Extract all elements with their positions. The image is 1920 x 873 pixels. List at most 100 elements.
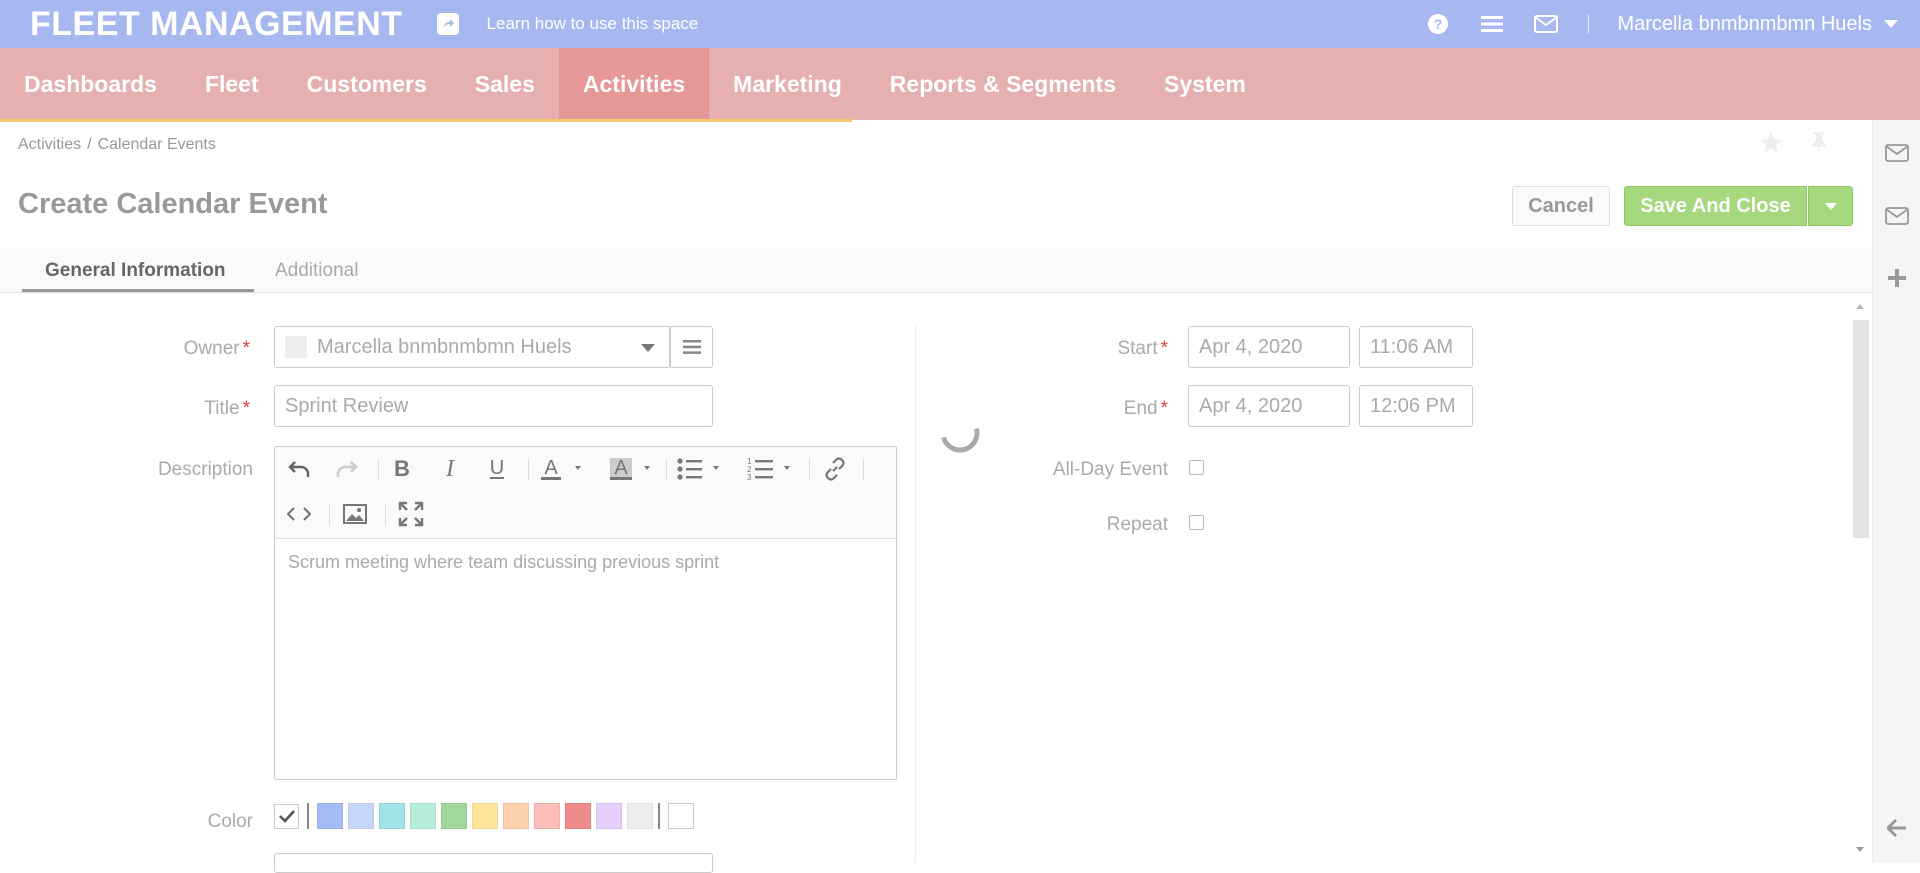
color-swatch[interactable] [348,803,374,829]
app-brand[interactable]: FLEET MANAGEMENT [30,5,403,44]
avatar [285,336,307,358]
redo-icon[interactable] [332,454,362,484]
required-mark: * [242,398,250,419]
all-day-checkbox[interactable] [1189,460,1204,475]
color-swatch[interactable] [472,803,498,829]
color-swatch[interactable] [379,803,405,829]
fullscreen-icon[interactable] [396,499,426,529]
svg-text:A: A [544,457,558,479]
custom-color-swatch[interactable] [668,803,694,829]
description-text[interactable]: Scrum meeting where team discussing prev… [275,539,896,586]
start-time-input[interactable]: 11:06 AM [1359,326,1473,368]
svg-text:B: B [394,459,410,479]
description-editor[interactable]: B I U A A 123 Scrum meeting where team d… [274,446,897,780]
active-tab-indicator [22,289,254,292]
toolbar-divider [809,459,810,481]
save-and-close-button[interactable]: Save And Close [1624,186,1807,226]
arrow-left-icon[interactable] [1885,816,1909,840]
color-swatch[interactable] [596,803,622,829]
title-input[interactable]: Sprint Review [274,385,713,427]
tab-general-information[interactable]: General Information [45,260,226,282]
scrollbar[interactable] [1850,296,1870,863]
end-time-input[interactable]: 12:06 PM [1359,385,1473,427]
top-bar: FLEET MANAGEMENT Learn how to use this s… [0,0,1920,48]
menu-icon[interactable] [1480,12,1504,36]
color-swatch[interactable] [317,803,343,829]
top-divider [1588,15,1590,33]
next-field[interactable] [274,853,713,873]
nav-dashboards[interactable]: Dashboards [0,48,181,120]
bullet-list-icon[interactable] [676,454,732,484]
color-swatch[interactable] [534,803,560,829]
scroll-thumb[interactable] [1853,320,1869,538]
chevron-down-icon [1824,202,1837,210]
color-swatch[interactable] [627,803,653,829]
background-color-icon[interactable]: A [608,454,660,484]
help-icon[interactable]: ? [1426,12,1450,36]
owner-select[interactable]: Marcella bnmbnmbmn Huels [274,326,670,368]
color-swatch[interactable] [410,803,436,829]
mail-icon[interactable] [1534,12,1559,36]
right-sidebar [1872,120,1920,863]
start-date-input[interactable]: Apr 4, 2020 [1188,326,1350,368]
share-icon[interactable] [436,13,459,35]
learn-link[interactable]: Learn how to use this space [487,14,699,34]
mail-icon[interactable] [1885,141,1909,165]
color-swatch[interactable] [441,803,467,829]
user-caret-icon[interactable] [1884,20,1898,28]
svg-text:A: A [614,457,628,479]
color-swatch[interactable] [565,803,591,829]
nav-fleet[interactable]: Fleet [181,48,283,120]
toolbar-divider [666,459,667,481]
owner-list-button[interactable] [670,326,713,368]
star-icon[interactable] [1758,130,1784,161]
owner-label: Owner * [183,338,250,359]
breadcrumb-separator: / [87,136,92,153]
underline-icon[interactable]: U [482,454,512,484]
mail-icon[interactable] [1885,204,1909,228]
color-picker [274,803,699,829]
nav-marketing[interactable]: Marketing [709,48,866,120]
color-swatch[interactable] [503,803,529,829]
toolbar-divider [863,459,864,481]
svg-text:3: 3 [747,473,752,482]
toolbar-divider [378,459,379,481]
breadcrumb-parent[interactable]: Activities [18,136,81,154]
color-label: Color [207,811,253,832]
toolbar-divider [528,459,529,481]
user-menu[interactable]: Marcella bnmbnmbmn Huels [1617,13,1872,36]
code-icon[interactable] [284,499,314,529]
toolbar-divider [385,503,386,525]
nav-sales[interactable]: Sales [451,48,559,120]
repeat-label: Repeat [1106,514,1168,535]
required-mark: * [1160,338,1168,359]
swatch-divider [658,803,660,829]
nav-system[interactable]: System [1140,48,1270,120]
bold-icon[interactable]: B [387,454,417,484]
image-icon[interactable] [340,499,370,529]
nav-reports-segments[interactable]: Reports & Segments [866,48,1140,120]
no-color-swatch[interactable] [274,803,299,829]
cancel-button[interactable]: Cancel [1512,186,1610,226]
breadcrumb: Activities / Calendar Events [18,136,216,154]
plus-icon[interactable] [1885,266,1909,290]
breadcrumb-current: Calendar Events [97,136,216,153]
svg-text:I: I [445,459,455,479]
undo-icon[interactable] [284,454,314,484]
repeat-checkbox[interactable] [1189,515,1204,530]
link-icon[interactable] [820,454,850,484]
text-color-icon[interactable]: A [539,454,591,484]
italic-icon[interactable]: I [435,454,465,484]
end-date-input[interactable]: Apr 4, 2020 [1188,385,1350,427]
nav-customers[interactable]: Customers [283,48,451,120]
save-options-dropdown[interactable] [1808,186,1853,226]
pin-icon[interactable] [1808,130,1830,161]
tab-additional[interactable]: Additional [275,260,358,282]
scroll-up-icon [1856,304,1864,309]
description-label: Description [157,459,253,480]
chevron-down-icon [641,344,655,352]
nav-activities[interactable]: Activities [558,48,710,120]
all-day-label: All-Day Event [1052,459,1168,480]
numbered-list-icon[interactable]: 123 [747,454,803,484]
start-label: Start * [1117,338,1168,359]
